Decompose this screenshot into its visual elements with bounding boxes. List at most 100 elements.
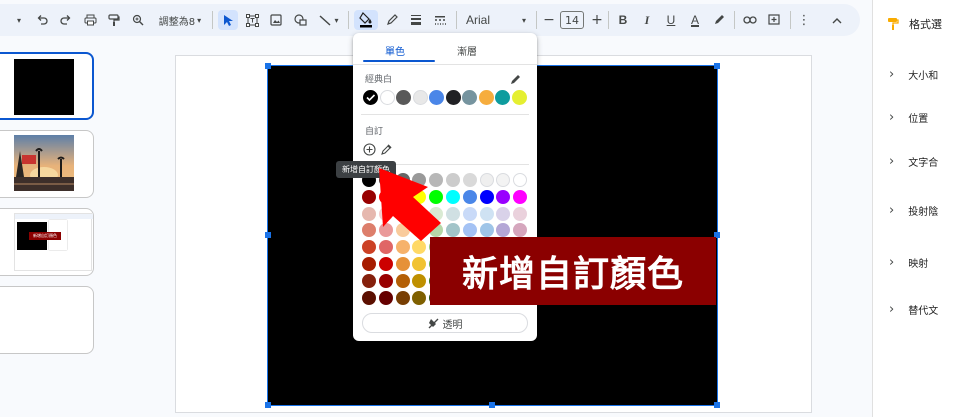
select-tool-icon[interactable] xyxy=(218,10,238,30)
tab-gradient[interactable]: 漸層 xyxy=(457,43,477,58)
redo-icon[interactable] xyxy=(56,10,76,30)
palette-swatch[interactable] xyxy=(362,189,376,204)
palette-swatch[interactable] xyxy=(362,240,376,255)
palette-swatch[interactable] xyxy=(362,223,376,238)
palette-swatch[interactable] xyxy=(462,206,477,221)
palette-swatch[interactable] xyxy=(496,206,511,221)
palette-swatch[interactable] xyxy=(479,223,494,238)
palette-swatch[interactable] xyxy=(446,223,460,238)
resize-handle[interactable] xyxy=(714,63,720,69)
theme-color-swatch[interactable] xyxy=(363,90,378,105)
palette-swatch[interactable] xyxy=(446,189,460,204)
edit-theme-icon[interactable] xyxy=(510,70,521,89)
fit-select[interactable]: 調整為8 ▾ xyxy=(152,10,208,30)
palette-swatch[interactable] xyxy=(378,290,393,305)
palette-swatch[interactable] xyxy=(395,189,410,204)
palette-swatch[interactable] xyxy=(412,206,427,221)
resize-handle[interactable] xyxy=(265,402,271,408)
theme-color-swatch[interactable] xyxy=(495,90,510,105)
italic-button[interactable]: I xyxy=(638,10,656,30)
theme-color-swatch[interactable] xyxy=(429,90,444,105)
add-custom-color-icon[interactable] xyxy=(363,141,376,160)
palette-swatch[interactable] xyxy=(395,206,410,221)
link-icon[interactable] xyxy=(740,10,760,30)
theme-color-swatch[interactable] xyxy=(412,90,428,105)
transparent-button[interactable]: 透明 xyxy=(362,313,528,333)
palette-swatch[interactable] xyxy=(412,189,427,204)
palette-swatch[interactable] xyxy=(412,290,427,305)
slide-thumbnail-1[interactable] xyxy=(0,52,94,120)
theme-color-swatch[interactable] xyxy=(511,90,527,105)
palette-swatch[interactable] xyxy=(462,223,477,238)
palette-swatch[interactable] xyxy=(429,206,444,221)
panel-section-drop-shadow[interactable]: › 投射陰 xyxy=(889,203,938,218)
border-color-icon[interactable] xyxy=(382,10,402,30)
resize-handle[interactable] xyxy=(265,63,271,69)
palette-swatch[interactable] xyxy=(395,223,410,238)
text-color-button[interactable]: A xyxy=(686,10,704,30)
palette-swatch[interactable] xyxy=(513,189,528,204)
panel-section-position[interactable]: › 位置 xyxy=(889,110,928,125)
fill-color-button[interactable] xyxy=(354,10,378,30)
palette-swatch[interactable] xyxy=(378,240,393,255)
resize-handle[interactable] xyxy=(714,402,720,408)
theme-color-swatch[interactable] xyxy=(379,90,395,105)
increase-font-size-button[interactable]: + xyxy=(590,10,604,30)
panel-section-alt-text[interactable]: › 替代文 xyxy=(889,302,938,317)
palette-swatch[interactable] xyxy=(496,223,511,238)
palette-swatch[interactable] xyxy=(395,257,410,271)
chevron-up-icon[interactable] xyxy=(828,10,846,30)
font-size-input[interactable]: 14 xyxy=(560,11,584,29)
tab-solid[interactable]: 單色 xyxy=(385,43,405,58)
palette-swatch[interactable] xyxy=(378,206,393,221)
bold-button[interactable]: B xyxy=(614,10,632,30)
palette-swatch[interactable] xyxy=(429,173,444,187)
highlight-icon[interactable] xyxy=(710,10,728,30)
palette-swatch[interactable] xyxy=(479,206,494,221)
palette-swatch[interactable] xyxy=(513,173,528,187)
palette-swatch[interactable] xyxy=(446,206,460,221)
palette-swatch[interactable] xyxy=(378,189,393,204)
palette-swatch[interactable] xyxy=(479,189,494,204)
palette-swatch[interactable] xyxy=(412,257,427,271)
resize-handle[interactable] xyxy=(265,232,271,238)
shape-icon[interactable] xyxy=(290,10,310,30)
palette-swatch[interactable] xyxy=(412,240,427,255)
palette-swatch[interactable] xyxy=(496,173,511,187)
palette-swatch[interactable] xyxy=(412,223,427,238)
palette-swatch[interactable] xyxy=(462,189,477,204)
more-options-icon[interactable]: ⋮ xyxy=(796,10,812,30)
palette-swatch[interactable] xyxy=(362,257,376,271)
panel-section-size[interactable]: › 大小和 xyxy=(889,67,938,82)
theme-color-swatch[interactable] xyxy=(445,90,461,105)
palette-swatch[interactable] xyxy=(429,223,444,238)
underline-button[interactable]: U xyxy=(662,10,680,30)
palette-swatch[interactable] xyxy=(412,173,427,187)
add-comment-icon[interactable] xyxy=(764,10,784,30)
palette-swatch[interactable] xyxy=(395,290,410,305)
paint-format-icon[interactable] xyxy=(104,10,124,30)
chevron-down-icon[interactable]: ▾ xyxy=(14,10,24,30)
palette-swatch[interactable] xyxy=(479,173,494,187)
palette-swatch[interactable] xyxy=(462,173,477,187)
undo-icon[interactable] xyxy=(32,10,52,30)
palette-swatch[interactable] xyxy=(513,206,528,221)
eyedropper-icon[interactable] xyxy=(380,141,392,160)
border-weight-icon[interactable] xyxy=(406,10,426,30)
palette-swatch[interactable] xyxy=(496,189,511,204)
slide-thumbnail-3[interactable]: 新增自訂顏色 xyxy=(0,208,94,276)
panel-section-text-fit[interactable]: › 文字合 xyxy=(889,154,938,169)
palette-swatch[interactable] xyxy=(362,290,376,305)
palette-swatch[interactable] xyxy=(429,189,444,204)
font-select[interactable]: Arial ▾ xyxy=(462,10,530,30)
border-dash-icon[interactable] xyxy=(430,10,450,30)
theme-color-swatch[interactable] xyxy=(396,90,411,105)
palette-swatch[interactable] xyxy=(378,223,393,238)
palette-swatch[interactable] xyxy=(412,273,427,288)
slide-thumbnail-2[interactable] xyxy=(0,130,94,198)
theme-color-swatch[interactable] xyxy=(478,90,494,105)
palette-swatch[interactable] xyxy=(362,206,376,221)
resize-handle[interactable] xyxy=(489,402,495,408)
palette-swatch[interactable] xyxy=(362,273,376,288)
image-icon[interactable] xyxy=(266,10,286,30)
